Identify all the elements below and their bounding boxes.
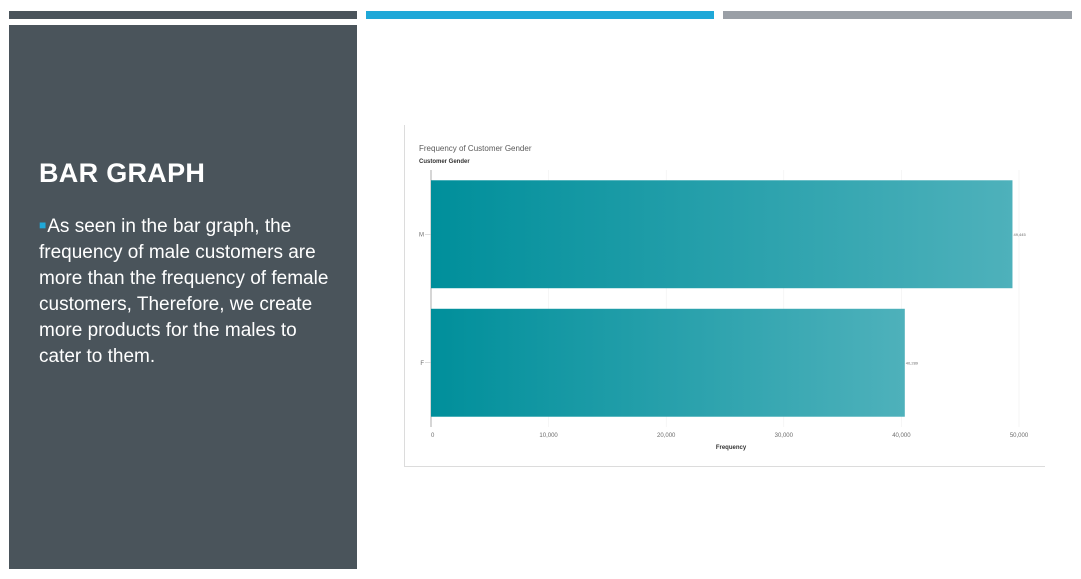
square-bullet-icon: ■ <box>39 218 47 232</box>
x-tick-label: 50,000 <box>1010 433 1029 439</box>
header-accent-bar-gray <box>723 11 1072 19</box>
data-label: 40,289 <box>906 360 919 365</box>
bar-m <box>431 180 1013 289</box>
body-text: ■As seen in the bar graph, the frequency… <box>39 212 329 370</box>
y-tick-label: F <box>420 361 424 367</box>
bar-f <box>431 308 905 417</box>
slide-title: BAR GRAPH <box>39 158 206 188</box>
x-tick-label: 30,000 <box>775 433 794 439</box>
data-label: 49,445 <box>1013 232 1026 237</box>
x-axis-title: Frequency <box>716 445 747 451</box>
header-accent-bar-blue <box>366 11 714 19</box>
bar-chart: 0 10,000 20,000 30,000 40,000 50,000 M 49,445 F 4… <box>419 144 1029 451</box>
x-tick-label: 40,000 <box>892 433 911 439</box>
chart-title: Frequency of Customer Gender <box>419 144 532 153</box>
x-tick-label: 10,000 <box>539 433 558 439</box>
y-axis-title: Customer Gender <box>419 159 470 165</box>
header-accent-bar-dark <box>9 11 357 19</box>
side-panel: BAR GRAPH ■As seen in the bar graph, the… <box>9 25 357 569</box>
y-tick-label: M <box>419 232 424 238</box>
body-paragraph: As seen in the bar graph, the frequency … <box>39 216 329 367</box>
x-tick-label: 0 <box>431 433 435 439</box>
x-tick-label: 20,000 <box>657 433 676 439</box>
